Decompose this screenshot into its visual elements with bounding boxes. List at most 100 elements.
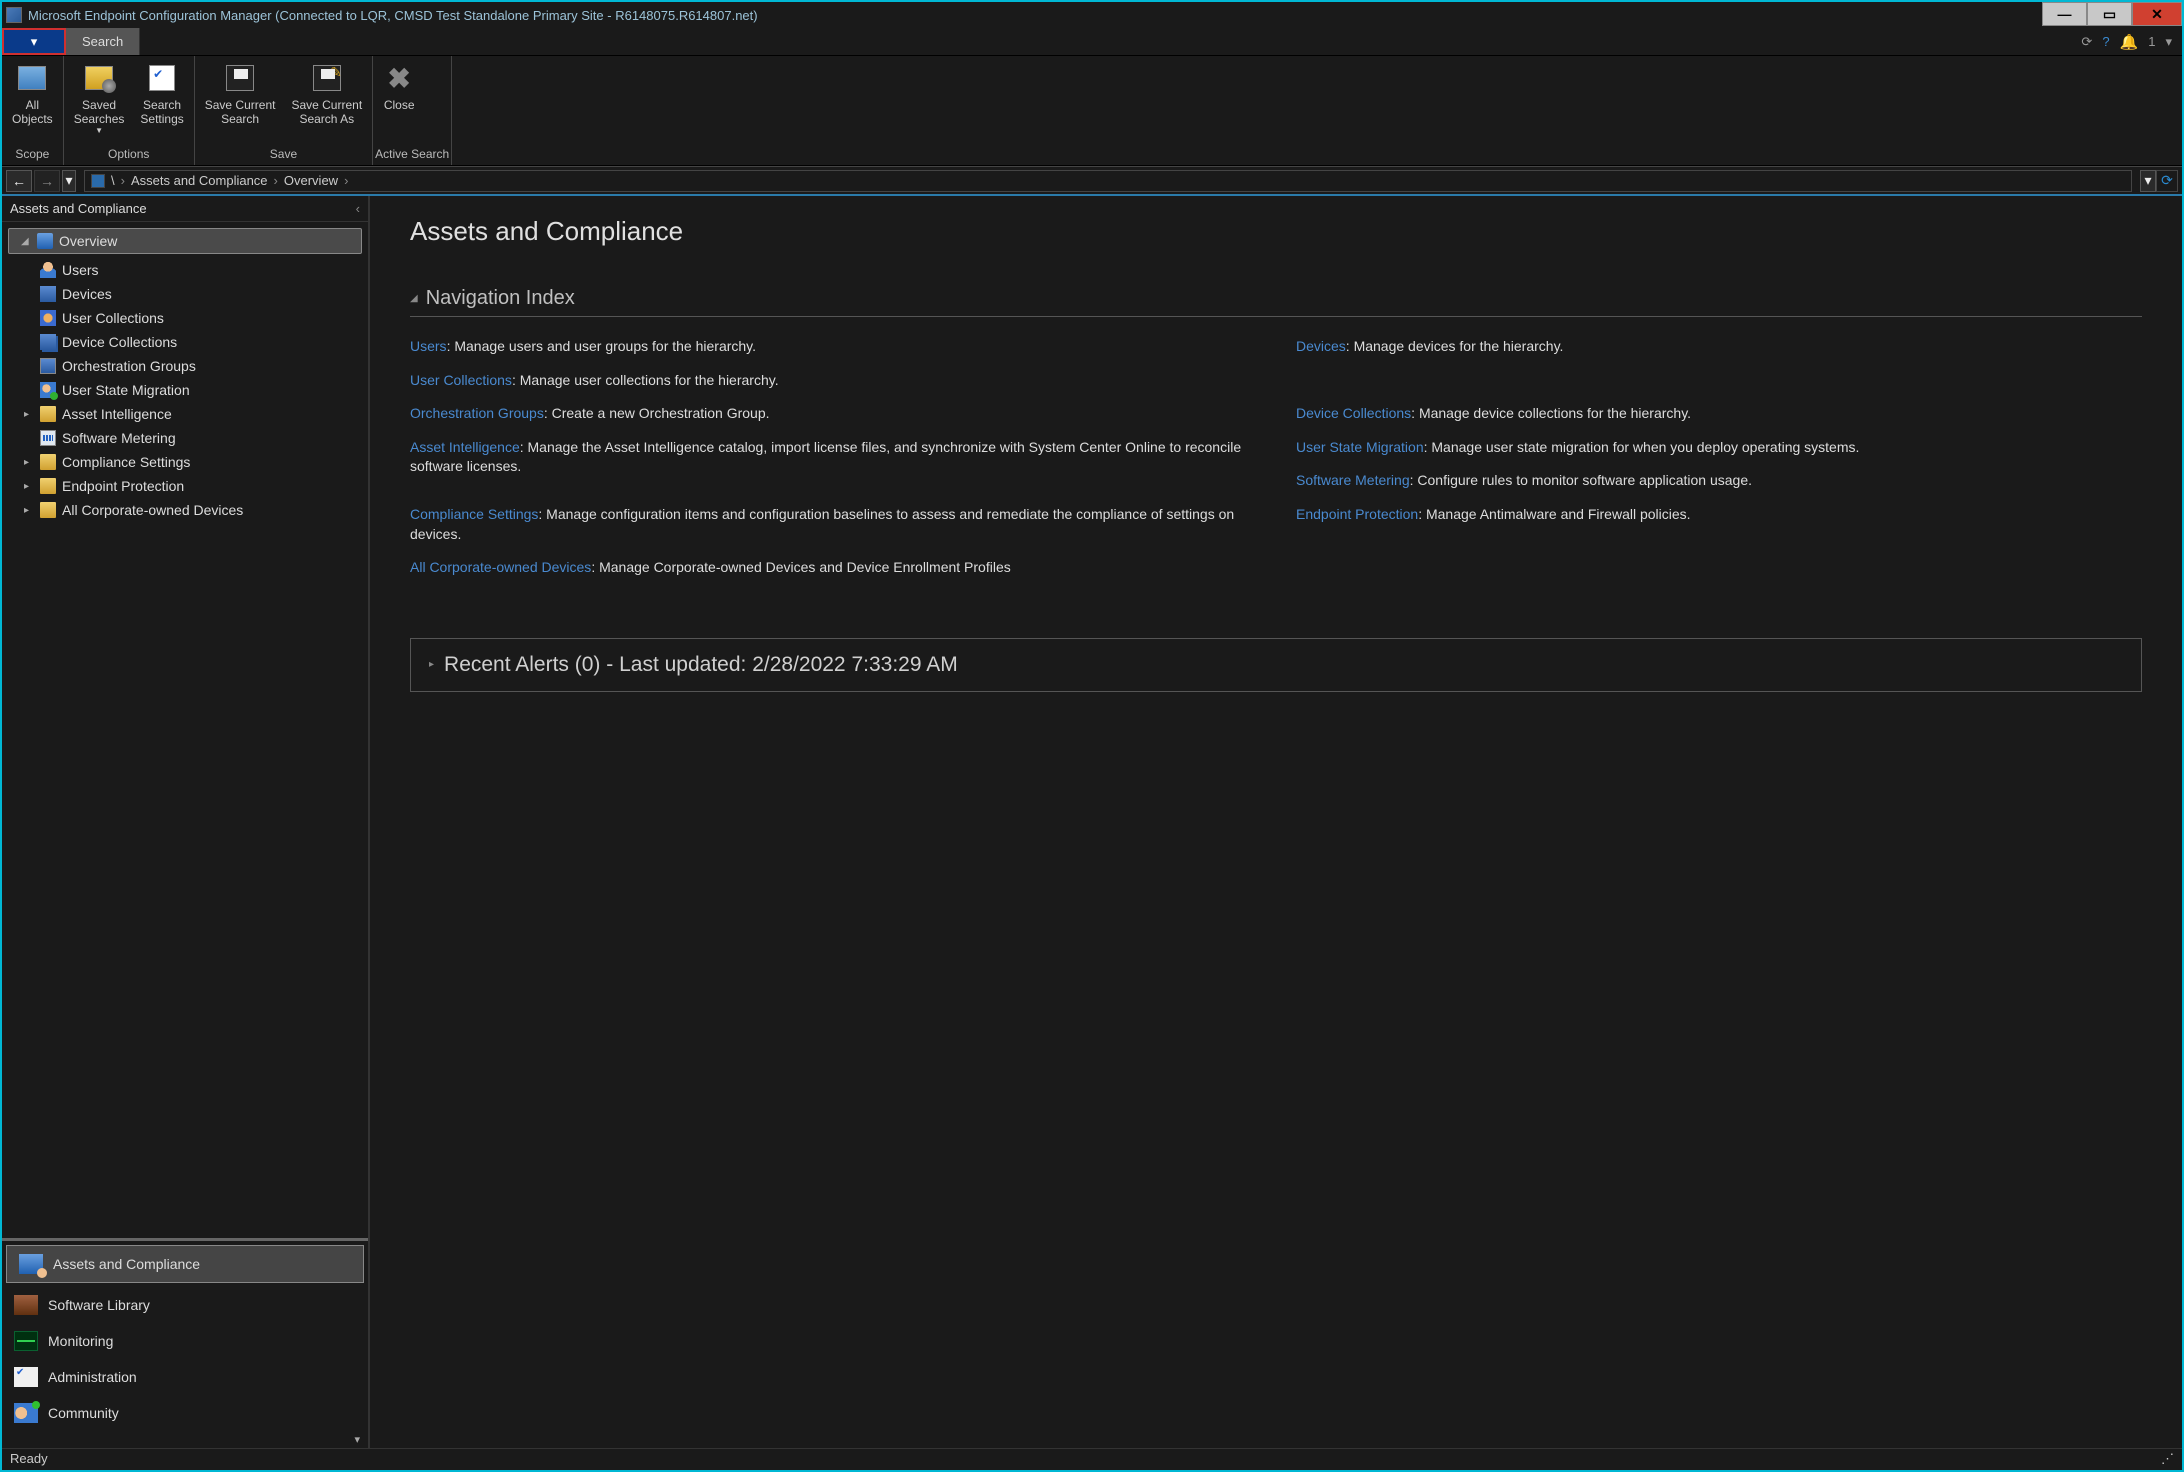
save-current-search-button[interactable]: Save Current Search	[197, 60, 284, 145]
breadcrumb-seg-overview[interactable]: Overview	[284, 173, 338, 188]
desc: : Manage the Asset Intelligence catalog,…	[410, 439, 1241, 475]
link-software-metering[interactable]: Software Metering	[1296, 472, 1410, 488]
window-title: Microsoft Endpoint Configuration Manager…	[28, 8, 2042, 23]
chevron-right-icon[interactable]: ▸	[24, 481, 34, 492]
link-user-state-migration[interactable]: User State Migration	[1296, 439, 1424, 455]
link-orchestration-groups[interactable]: Orchestration Groups	[410, 405, 544, 421]
wunderbar-monitoring[interactable]: Monitoring	[2, 1323, 368, 1359]
link-all-corporate-devices[interactable]: All Corporate-owned Devices	[410, 559, 591, 575]
titlebar: Microsoft Endpoint Configuration Manager…	[2, 2, 2182, 28]
wunderbar-assets-and-compliance[interactable]: Assets and Compliance	[6, 1245, 364, 1283]
desc: : Manage devices for the hierarchy.	[1346, 338, 1564, 354]
tree-item-compliance-settings[interactable]: ▸ Compliance Settings	[8, 450, 362, 474]
wunderbar-label: Software Library	[48, 1297, 150, 1313]
link-devices[interactable]: Devices	[1296, 338, 1346, 354]
tree-item-user-state-migration[interactable]: User State Migration	[8, 378, 362, 402]
tree-item-endpoint-protection[interactable]: ▸ Endpoint Protection	[8, 474, 362, 498]
save-group-label: Save	[197, 145, 370, 165]
wunderbar-label: Monitoring	[48, 1333, 113, 1349]
tree-label: User Collections	[62, 310, 164, 326]
tree-item-all-corporate-owned-devices[interactable]: ▸ All Corporate-owned Devices	[8, 498, 362, 522]
navigation-index-header[interactable]: ◢ Navigation Index	[410, 287, 2142, 317]
desc: : Manage users and user groups for the h…	[447, 338, 756, 354]
all-objects-button[interactable]: All Objects	[4, 60, 61, 145]
tree-item-users[interactable]: Users	[8, 258, 362, 282]
link-endpoint-protection[interactable]: Endpoint Protection	[1296, 506, 1418, 522]
wunderbar-community[interactable]: Community	[2, 1395, 368, 1431]
chevron-right-icon[interactable]: ▸	[24, 409, 34, 420]
sidebar: Assets and Compliance ‹ ◢ Overview Users…	[2, 196, 370, 1448]
active-search-group-label: Active Search	[375, 145, 449, 165]
breadcrumb[interactable]: \ › Assets and Compliance › Overview ›	[84, 170, 2132, 192]
help-icon[interactable]: ?	[2102, 34, 2109, 49]
folder-icon	[40, 406, 56, 422]
link-asset-intelligence[interactable]: Asset Intelligence	[410, 439, 520, 455]
desc: : Manage device collections for the hier…	[1411, 405, 1691, 421]
ribbon-group-save: Save Current Search Save Current Search …	[195, 56, 373, 165]
tree-item-software-metering[interactable]: Software Metering	[8, 426, 362, 450]
wunderbar-label: Administration	[48, 1369, 137, 1385]
save-current-search-as-button[interactable]: Save Current Search As	[283, 60, 370, 145]
nav-history-button[interactable]: ▾	[62, 170, 76, 192]
breadcrumb-dropdown[interactable]: ▾	[2140, 170, 2156, 192]
resize-grip-icon[interactable]: ⋰	[2161, 1451, 2174, 1468]
maximize-button[interactable]: ▭	[2087, 2, 2132, 26]
tree-item-devices[interactable]: Devices	[8, 282, 362, 306]
recent-alerts-panel[interactable]: ▸ Recent Alerts (0) - Last updated: 2/28…	[410, 638, 2142, 692]
chevron-right-icon[interactable]: ▸	[24, 505, 34, 516]
close-search-button[interactable]: ✖ Close	[375, 60, 423, 145]
link-user-collections[interactable]: User Collections	[410, 372, 512, 388]
saved-searches-button[interactable]: Saved Searches ▼	[66, 60, 133, 145]
statusbar: Ready ⋰	[2, 1448, 2182, 1470]
main-content: Assets and Compliance ◢ Navigation Index…	[370, 196, 2182, 1448]
overflow-icon[interactable]: ▾	[2165, 34, 2172, 50]
breadcrumb-seg-assets[interactable]: Assets and Compliance	[131, 173, 268, 188]
link-compliance-settings[interactable]: Compliance Settings	[410, 506, 538, 522]
dropdown-icon: ▼	[95, 126, 103, 135]
wunderbar-label: Assets and Compliance	[53, 1256, 200, 1272]
tree-label: Compliance Settings	[62, 454, 190, 470]
wunderbar-software-library[interactable]: Software Library	[2, 1287, 368, 1323]
app-window: Microsoft Endpoint Configuration Manager…	[0, 0, 2184, 1472]
link-device-collections[interactable]: Device Collections	[1296, 405, 1411, 421]
search-settings-button[interactable]: Search Settings	[132, 60, 191, 145]
app-menu-dropdown[interactable]: ▾	[2, 28, 66, 55]
tree-item-overview[interactable]: ◢ Overview	[8, 228, 362, 254]
nav-back-button[interactable]: ←	[6, 170, 32, 192]
refresh-button[interactable]: ⟳	[2156, 170, 2178, 192]
collapse-icon[interactable]: ‹	[356, 201, 360, 216]
desc: : Manage user state migration for when y…	[1424, 439, 1860, 455]
wunderbar-overflow[interactable]: ▾	[2, 1431, 368, 1448]
wunderbar-label: Community	[48, 1405, 119, 1421]
breadcrumb-root-icon	[91, 174, 105, 188]
navigation-index-title: Navigation Index	[426, 287, 575, 310]
notifications-icon[interactable]: 🔔	[2120, 33, 2139, 51]
close-button[interactable]: ✕	[2132, 2, 2182, 26]
nav-entry-users: Users: Manage users and user groups for …	[410, 337, 1256, 357]
tree-item-asset-intelligence[interactable]: ▸ Asset Intelligence	[8, 402, 362, 426]
chevron-right-icon[interactable]: ▸	[24, 457, 34, 468]
chevron-down-icon[interactable]: ◢	[21, 236, 31, 247]
nav-entry-software-metering: Software Metering: Configure rules to mo…	[1296, 471, 2142, 491]
desc: : Create a new Orchestration Group.	[544, 405, 770, 421]
sync-icon[interactable]: ⟳	[2081, 34, 2092, 50]
tree-label: Software Metering	[62, 430, 176, 446]
saved-searches-label: Saved Searches	[74, 98, 125, 126]
desc: : Configure rules to monitor software ap…	[1410, 472, 1752, 488]
desc: : Manage user collections for the hierar…	[512, 372, 779, 388]
user-collections-icon	[40, 310, 56, 326]
nav-entry-endpoint-protection: Endpoint Protection: Manage Antimalware …	[1296, 505, 2142, 527]
tab-search[interactable]: Search	[66, 28, 140, 55]
tree-item-user-collections[interactable]: User Collections	[8, 306, 362, 330]
tree-label: Asset Intelligence	[62, 406, 172, 422]
monitoring-icon	[14, 1331, 38, 1351]
assets-icon	[19, 1254, 43, 1274]
nav-forward-button[interactable]: →	[34, 170, 60, 192]
link-users[interactable]: Users	[410, 338, 447, 354]
minimize-button[interactable]: —	[2042, 2, 2087, 26]
library-icon	[14, 1295, 38, 1315]
tree-item-orchestration-groups[interactable]: Orchestration Groups	[8, 354, 362, 378]
tree-item-device-collections[interactable]: Device Collections	[8, 330, 362, 354]
save-as-icon	[313, 65, 341, 91]
wunderbar-administration[interactable]: Administration	[2, 1359, 368, 1395]
